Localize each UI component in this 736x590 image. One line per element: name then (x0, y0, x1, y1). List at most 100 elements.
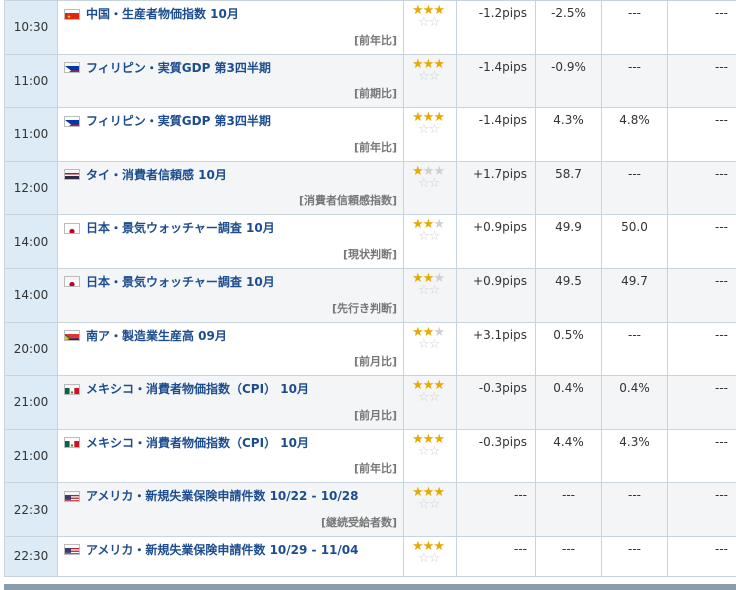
importance-rating: ★★★ ☆☆ (403, 375, 457, 430)
table-row: 11:00 フィリピン・実質GDP 第3四半期 [前年比] ★★★ ☆☆ -1.… (4, 107, 736, 162)
event-title-link[interactable]: メキシコ・消費者物価指数（CPI） 10月 (64, 435, 397, 451)
actual-value: --- (667, 53, 736, 109)
event-title-link[interactable]: タイ・消費者信頼感 10月 (64, 167, 397, 183)
star-empty-icon: ☆ (428, 550, 441, 566)
star-empty-icon: ☆ (428, 336, 441, 352)
event-title-link[interactable]: 日本・景気ウォッチャー調査 10月 (64, 220, 397, 236)
event-indicator-cell: 南ア・製造業生産高 09月 [前月比] (57, 321, 404, 377)
event-title-link[interactable]: アメリカ・新規失業保険申請件数 10/29 - 11/04 (64, 542, 397, 558)
importance-rating: ★★★ ☆☆ (403, 214, 457, 269)
event-name[interactable]: 南ア・製造業生産高 09月 (86, 328, 227, 344)
star-empty-icon: ☆ (418, 229, 430, 245)
event-subtype: [前月比] (353, 355, 397, 369)
table-row: 10:30 ★ 中国・生産者物価指数 10月 [前年比] ★★★ ☆☆ -1.2… (4, 0, 736, 55)
event-title-link[interactable]: メキシコ・消費者物価指数（CPI） 10月 (64, 381, 397, 397)
actual-value: --- (667, 0, 736, 55)
event-subtype: [前期比] (353, 87, 397, 101)
jp-flag-icon (64, 222, 80, 234)
star-empty-icon: ☆ (428, 15, 441, 30)
star-icon-row-bottom: ☆☆ (412, 550, 456, 566)
importance-rating: ★★★ ☆☆ (403, 160, 457, 216)
star-icon-row-bottom: ☆☆ (412, 336, 456, 352)
previous-value: --- (535, 535, 602, 577)
event-indicator-cell: メキシコ・消費者物価指数（CPI） 10月 [前月比] (57, 375, 404, 430)
event-name[interactable]: アメリカ・新規失業保険申請件数 10/22 - 10/28 (86, 488, 358, 504)
event-name[interactable]: 日本・景気ウォッチャー調査 10月 (86, 220, 275, 236)
star-empty-icon: ☆ (428, 282, 441, 298)
expected-pips: --- (456, 482, 536, 537)
actual-value: --- (667, 428, 736, 484)
expected-pips: --- (456, 535, 536, 577)
event-indicator-cell: アメリカ・新規失業保険申請件数 10/29 - 11/04 (57, 535, 404, 577)
event-indicator-cell: 日本・景気ウォッチャー調査 10月 [現状判断] (57, 214, 404, 269)
star-empty-icon: ☆ (418, 122, 430, 138)
event-title-link[interactable]: アメリカ・新規失業保険申請件数 10/22 - 10/28 (64, 488, 397, 504)
event-subtype: [前年比] (353, 140, 397, 154)
event-subtype: [現状判断] (342, 247, 397, 261)
forecast-value: --- (601, 0, 668, 55)
star-icon-row-bottom: ☆☆ (412, 122, 456, 138)
event-time: 22:30 (4, 535, 58, 577)
star-empty-icon: ☆ (428, 443, 441, 459)
importance-rating: ★★★ ☆☆ (403, 428, 457, 484)
star-empty-icon: ☆ (418, 550, 430, 566)
economic-calendar-table: 10:30 ★ 中国・生産者物価指数 10月 [前年比] ★★★ ☆☆ -1.2… (4, 0, 736, 577)
event-time: 12:00 (4, 160, 58, 216)
event-title-link[interactable]: ★ 中国・生産者物価指数 10月 (64, 6, 397, 22)
expected-pips: -0.3pips (456, 428, 536, 484)
star-icon-row-bottom: ☆☆ (412, 497, 456, 513)
star-icon-row-bottom: ☆☆ (412, 229, 456, 245)
star-icon-row-bottom: ☆☆ (412, 282, 456, 298)
previous-value: -2.5% (535, 0, 602, 55)
event-title-link[interactable]: フィリピン・実質GDP 第3四半期 (64, 113, 397, 129)
event-name[interactable]: メキシコ・消費者物価指数（CPI） 10月 (86, 435, 309, 451)
event-name[interactable]: アメリカ・新規失業保険申請件数 10/29 - 11/04 (86, 542, 358, 558)
star-empty-icon: ☆ (418, 390, 430, 406)
table-row: 21:00 メキシコ・消費者物価指数（CPI） 10月 [前月比] ★★★ ☆☆… (4, 375, 736, 430)
star-empty-icon: ☆ (418, 282, 430, 298)
expected-pips: -0.3pips (456, 375, 536, 430)
table-row: 20:00 南ア・製造業生産高 09月 [前月比] ★★★ ☆☆ +3.1pip… (4, 321, 736, 377)
event-name[interactable]: 日本・景気ウォッチャー調査 10月 (86, 274, 275, 290)
importance-rating: ★★★ ☆☆ (403, 267, 457, 323)
actual-value: --- (667, 375, 736, 430)
forecast-value: --- (601, 482, 668, 537)
event-title-link[interactable]: フィリピン・実質GDP 第3四半期 (64, 60, 397, 76)
event-subtype: [継続受給者数] (320, 515, 397, 529)
event-time: 20:00 (4, 321, 58, 377)
event-time: 11:00 (4, 53, 58, 109)
star-icon-row-bottom: ☆☆ (412, 390, 456, 406)
event-title-link[interactable]: 日本・景気ウォッチャー調査 10月 (64, 274, 397, 290)
previous-value: 0.4% (535, 375, 602, 430)
star-empty-icon: ☆ (418, 497, 430, 513)
event-time: 21:00 (4, 375, 58, 430)
event-time: 14:00 (4, 267, 58, 323)
star-icon-row-bottom: ☆☆ (412, 70, 456, 83)
event-indicator-cell: フィリピン・実質GDP 第3四半期 [前期比] (57, 53, 404, 109)
actual-value: --- (667, 535, 736, 577)
event-subtype: [前月比] (353, 408, 397, 422)
event-time: 14:00 (4, 214, 58, 269)
importance-rating: ★★★ ☆☆ (403, 53, 457, 109)
event-time: 11:00 (4, 107, 58, 162)
table-row: 14:00 日本・景気ウォッチャー調査 10月 [現状判断] ★★★ ☆☆ +0… (4, 214, 736, 269)
table-footer-bar (4, 584, 736, 590)
star-icon-row-bottom: ☆☆ (412, 443, 456, 459)
previous-value: 49.9 (535, 214, 602, 269)
jp-flag-icon (64, 276, 80, 288)
star-empty-icon: ☆ (428, 122, 441, 138)
event-name[interactable]: タイ・消費者信頼感 10月 (86, 167, 227, 183)
event-name[interactable]: フィリピン・実質GDP 第3四半期 (86, 113, 271, 129)
event-name[interactable]: フィリピン・実質GDP 第3四半期 (86, 60, 271, 76)
event-name[interactable]: メキシコ・消費者物価指数（CPI） 10月 (86, 381, 309, 397)
table-row: 21:00 メキシコ・消費者物価指数（CPI） 10月 [前年比] ★★★ ☆☆… (4, 428, 736, 484)
forecast-value: --- (601, 321, 668, 377)
event-subtype: [前年比] (353, 462, 397, 476)
event-name[interactable]: 中国・生産者物価指数 10月 (86, 6, 239, 22)
event-title-link[interactable]: 南ア・製造業生産高 09月 (64, 328, 397, 344)
event-indicator-cell: メキシコ・消費者物価指数（CPI） 10月 [前年比] (57, 428, 404, 484)
expected-pips: +1.7pips (456, 160, 536, 216)
event-time: 22:30 (4, 482, 58, 537)
star-empty-icon: ☆ (418, 443, 430, 459)
table-row: 22:30 アメリカ・新規失業保険申請件数 10/22 - 10/28 [継続受… (4, 482, 736, 537)
